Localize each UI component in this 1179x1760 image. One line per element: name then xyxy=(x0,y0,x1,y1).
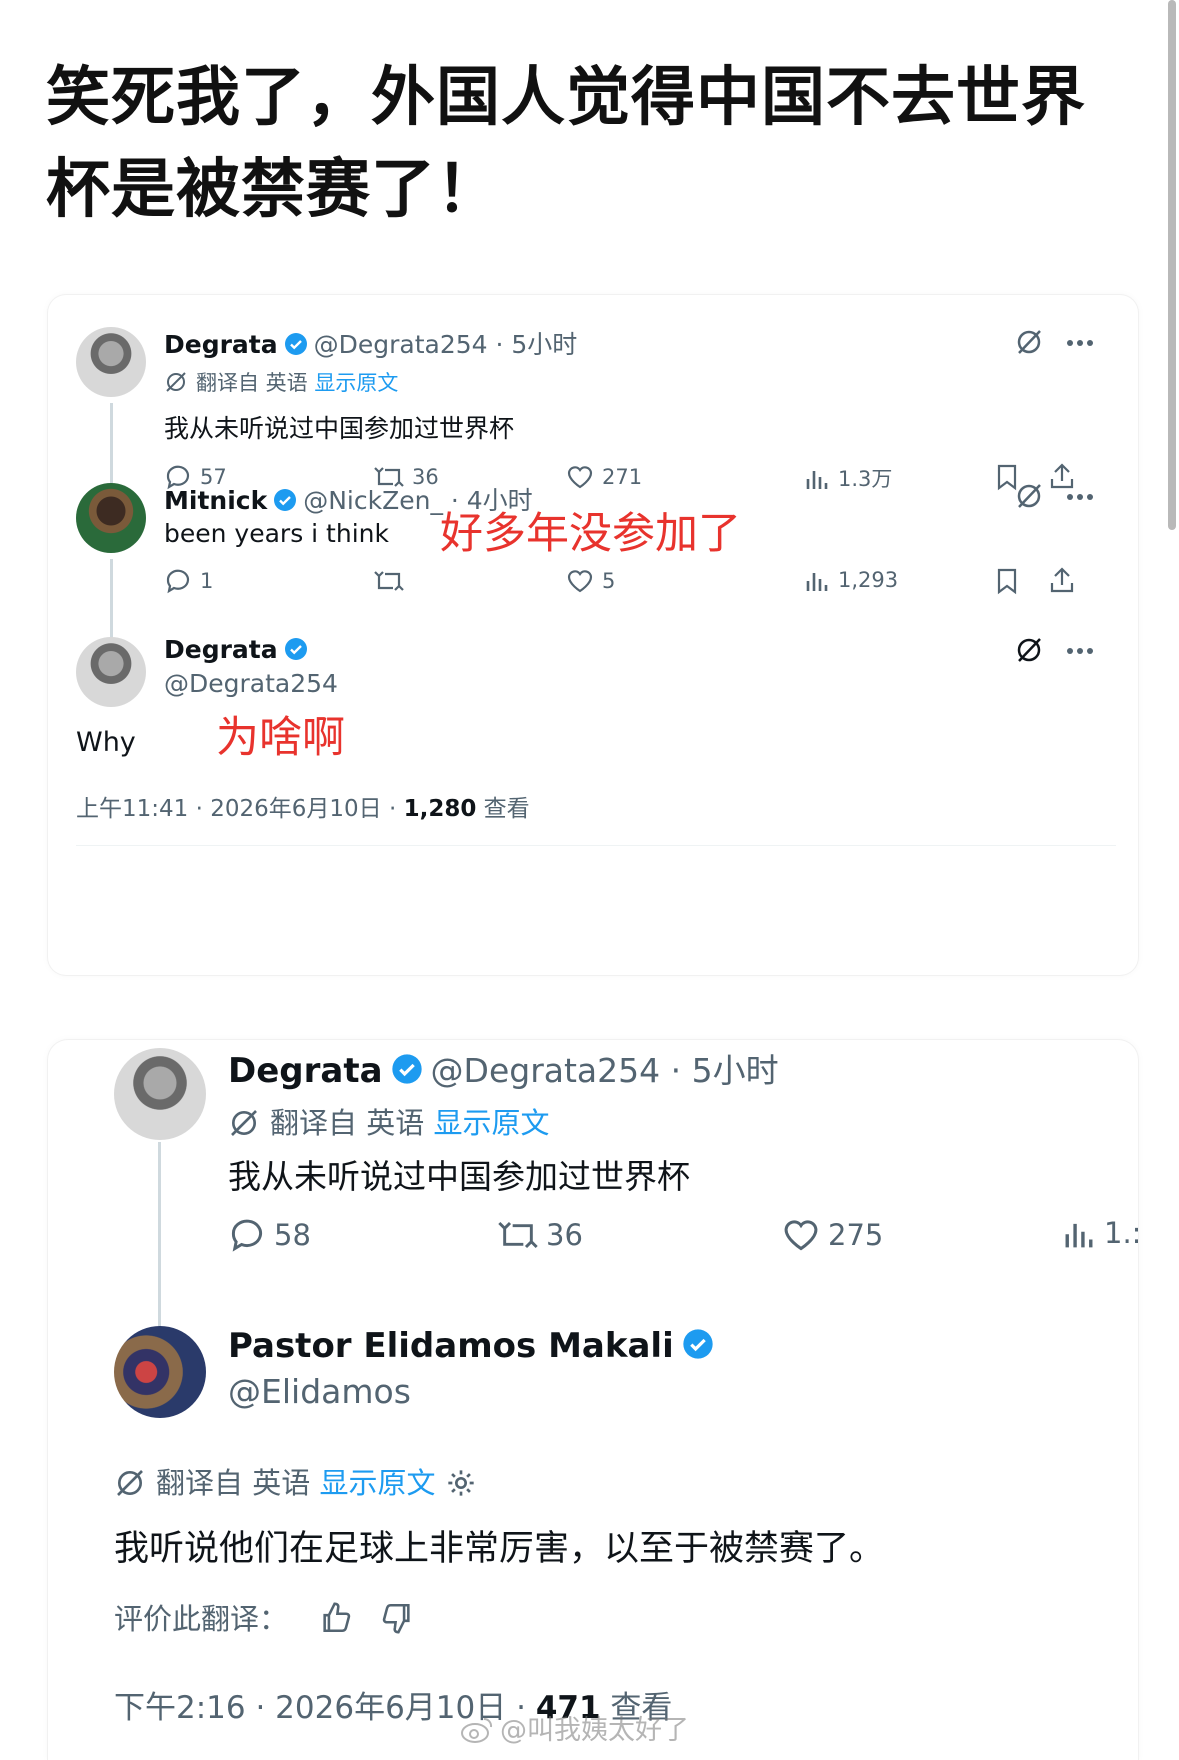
like-button[interactable]: 271 xyxy=(566,463,642,491)
view-count: 1.3万 xyxy=(838,467,893,491)
rate-translation-row: 评价此翻译： xyxy=(114,1596,414,1638)
tweet-header: Degrata @Degrata254 · 5小时 xyxy=(164,325,577,361)
verified-badge-icon xyxy=(273,488,297,512)
thumbs-down-icon[interactable] xyxy=(380,1601,414,1635)
grok-icon[interactable] xyxy=(1014,481,1044,511)
show-original-link[interactable]: 显示原文 xyxy=(314,371,398,395)
views-label: 查看 xyxy=(476,796,530,822)
tweet-text: 我从未听说过中国参加过世界杯 xyxy=(164,414,515,443)
tweet-header: Pastor Elidamos Makali xyxy=(228,1326,722,1366)
translated-from-label: 翻译自 英语 xyxy=(156,1466,311,1500)
reply-icon xyxy=(164,567,192,595)
view-count: 1.: xyxy=(1104,1216,1138,1250)
grok-icon[interactable] xyxy=(1014,327,1044,357)
more-icon[interactable] xyxy=(1066,493,1094,501)
views-icon xyxy=(1062,1216,1096,1250)
verified-badge-icon xyxy=(682,1328,714,1360)
views-icon xyxy=(804,465,830,491)
avatar[interactable] xyxy=(114,1048,206,1140)
tweet-text: 我听说他们在足球上非常厉害，以至于被禁赛了。 xyxy=(114,1529,885,1569)
like-count: 271 xyxy=(602,465,643,489)
views-button[interactable]: 1,293 xyxy=(804,567,898,593)
heart-icon xyxy=(782,1216,820,1254)
tweet-text: Why xyxy=(76,727,136,758)
repost-button[interactable] xyxy=(374,567,412,595)
screenshot-card-1: Degrata @Degrata254 · 5小时 翻译自 英语 显示原文 我从未… xyxy=(48,295,1138,975)
display-name[interactable]: Degrata xyxy=(164,330,278,359)
repost-icon xyxy=(374,567,404,595)
reply-icon xyxy=(228,1216,266,1254)
annotation-note: 为啥啊 xyxy=(216,713,345,763)
translate-icon xyxy=(228,1107,260,1139)
repost-count: 36 xyxy=(546,1218,583,1252)
tweet-meta: 上午11:41 · 2026年6月10日 · 1,280 查看 xyxy=(76,789,530,823)
like-button[interactable]: 5 xyxy=(566,567,615,595)
translated-from-label: 翻译自 英语 xyxy=(270,1106,425,1140)
reply-button[interactable]: 1 xyxy=(164,567,213,595)
handle-and-time[interactable]: @Degrata254 · 5小时 xyxy=(431,1051,779,1090)
avatar[interactable] xyxy=(114,1326,206,1418)
screenshot-card-2: Degrata @Degrata254 · 5小时 翻译自 英语 显示原文 我从未… xyxy=(48,1040,1138,1760)
scrollbar[interactable] xyxy=(1168,0,1176,530)
thumbs-up-icon[interactable] xyxy=(319,1601,353,1635)
show-original-link[interactable]: 显示原文 xyxy=(433,1106,549,1140)
reply-count: 1 xyxy=(200,569,214,593)
like-button[interactable]: 275 xyxy=(782,1216,883,1254)
tweet-header: Degrata @Degrata254 · 5小时 xyxy=(228,1044,779,1092)
verified-badge-icon xyxy=(391,1053,423,1085)
view-count: 1,280 xyxy=(403,796,477,822)
repost-icon xyxy=(498,1216,538,1254)
bookmark-icon[interactable] xyxy=(994,567,1020,595)
divider xyxy=(76,845,1116,846)
display-name[interactable]: Pastor Elidamos Makali xyxy=(228,1326,674,1366)
translation-row: 翻译自 英语 显示原文 xyxy=(114,1460,477,1502)
display-name[interactable]: Degrata xyxy=(228,1051,383,1091)
handle-and-time[interactable]: @Degrata254 · 5小时 xyxy=(314,330,578,359)
translate-icon xyxy=(114,1467,146,1499)
reply-button[interactable]: 58 xyxy=(228,1216,311,1254)
watermark-text: @叫我姨太好了 xyxy=(500,1715,689,1746)
avatar[interactable] xyxy=(76,637,146,707)
views-icon xyxy=(804,567,830,593)
tweet-text: been years i think xyxy=(164,519,389,548)
tweet-text: 我从未听说过中国参加过世界杯 xyxy=(228,1157,690,1196)
more-icon[interactable] xyxy=(1066,647,1094,655)
more-icon[interactable] xyxy=(1066,339,1094,347)
heart-icon xyxy=(566,567,594,595)
show-original-link[interactable]: 显示原文 xyxy=(319,1466,435,1500)
display-name[interactable]: Mitnick xyxy=(164,486,267,515)
avatar[interactable] xyxy=(76,327,146,397)
reply-count: 58 xyxy=(274,1218,311,1252)
settings-gear-icon[interactable] xyxy=(445,1467,477,1499)
translation-row: 翻译自 英语 显示原文 xyxy=(228,1100,549,1142)
translate-icon xyxy=(164,370,188,394)
annotation-note: 好多年没参加了 xyxy=(440,509,741,559)
like-count: 275 xyxy=(828,1218,884,1252)
share-icon[interactable] xyxy=(1048,461,1076,491)
views-button[interactable]: 1.3万 xyxy=(804,463,892,493)
handle[interactable]: @Degrata254 xyxy=(164,669,338,698)
tweet-header: Degrata xyxy=(164,635,314,664)
repost-button[interactable]: 36 xyxy=(498,1216,583,1254)
display-name[interactable]: Degrata xyxy=(164,635,278,664)
heart-icon xyxy=(566,463,594,491)
watermark: @叫我姨太好了 xyxy=(460,1708,689,1747)
handle[interactable]: @Elidamos xyxy=(228,1372,411,1411)
rate-translation-label: 评价此翻译： xyxy=(114,1602,289,1636)
verified-badge-icon xyxy=(284,332,308,356)
verified-badge-icon xyxy=(284,637,308,661)
translation-row: 翻译自 英语 显示原文 xyxy=(164,367,398,397)
weibo-logo-icon xyxy=(460,1715,494,1745)
view-count: 1,293 xyxy=(838,568,899,592)
timestamp[interactable]: 上午11:41 · 2026年6月10日 · xyxy=(76,796,404,822)
headline: 笑死我了，外国人觉得中国不去世界杯是被禁赛了！ xyxy=(46,61,1086,227)
views-button[interactable]: 1.: xyxy=(1062,1216,1138,1250)
translated-from-label: 翻译自 英语 xyxy=(196,371,308,395)
thread-line xyxy=(158,1142,161,1352)
grok-icon[interactable] xyxy=(1014,635,1044,665)
share-icon[interactable] xyxy=(1048,565,1076,595)
like-count: 5 xyxy=(602,569,616,593)
avatar[interactable] xyxy=(76,483,146,553)
